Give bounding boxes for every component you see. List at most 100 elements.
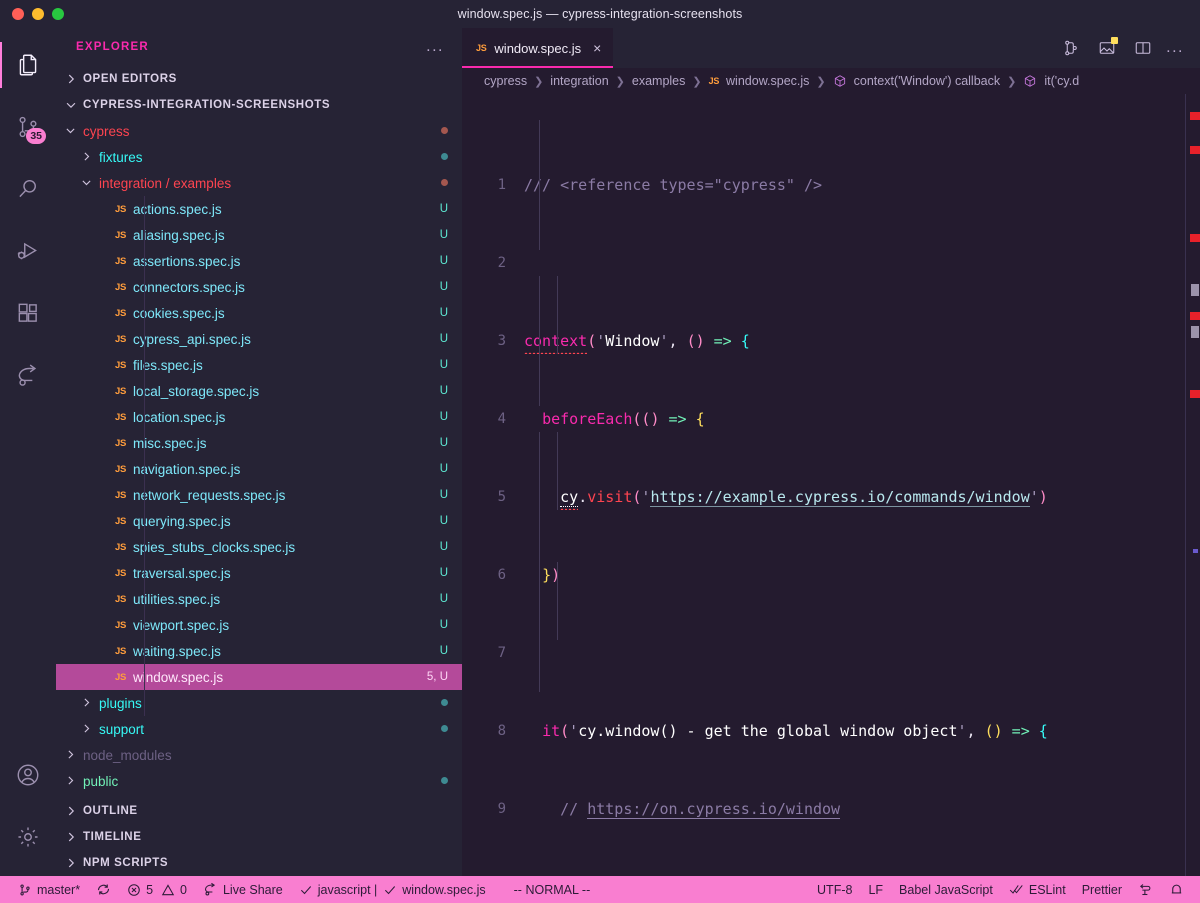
activity-explorer[interactable]	[0, 34, 56, 96]
section-timeline[interactable]: TIMELINE	[56, 824, 462, 850]
tree-file-row[interactable]: JS misc.spec.js U	[56, 430, 462, 456]
chevron-right-icon[interactable]	[64, 774, 78, 788]
line-number: 4	[497, 411, 506, 427]
section-npm-scripts[interactable]: NPM SCRIPTS	[56, 850, 462, 876]
status-eslint-file[interactable]: window.spec.js	[375, 876, 493, 903]
line-number: 1	[497, 177, 506, 193]
overview-ruler[interactable]	[1186, 94, 1200, 876]
tree-file-row[interactable]: JS spies_stubs_clocks.spec.js U	[56, 534, 462, 560]
breadcrumb-item-cypress[interactable]: cypress	[484, 74, 527, 88]
tree-file-row[interactable]: JS navigation.spec.js U	[56, 456, 462, 482]
error-marker[interactable]	[1190, 112, 1200, 120]
error-marker[interactable]	[1190, 390, 1200, 398]
check-icon	[299, 883, 313, 897]
tree-folder-row[interactable]: public	[56, 768, 462, 794]
tree-file-row[interactable]: JS network_requests.spec.js U	[56, 482, 462, 508]
tree-item-label: local_storage.spec.js	[133, 383, 260, 399]
activity-accounts[interactable]	[0, 744, 56, 806]
tab-window-spec-js[interactable]: JS window.spec.js ×	[462, 28, 614, 68]
chevron-right-icon[interactable]	[80, 150, 94, 164]
tree-folder-row[interactable]: integration / examples	[56, 170, 462, 196]
code-line: 5 cy.visit('https://example.cypress.io/c…	[462, 484, 1200, 510]
status-prettier[interactable]: Prettier	[1074, 876, 1130, 903]
code-editor[interactable]: 1 /// <reference types="cypress" /> 2 3 …	[462, 94, 1200, 876]
tree-item-label: cypress_api.spec.js	[133, 331, 251, 347]
tree-file-row[interactable]: JS location.spec.js U	[56, 404, 462, 430]
tree-folder-row[interactable]: cypress	[56, 118, 462, 144]
split-terminal-icon[interactable]	[1062, 39, 1080, 57]
breadcrumb-item-integration[interactable]: integration	[550, 74, 608, 88]
status-encoding[interactable]: UTF-8	[809, 876, 860, 903]
preview-warning-icon[interactable]	[1098, 37, 1119, 57]
error-marker[interactable]	[1190, 146, 1200, 154]
chevron-right-icon[interactable]	[80, 722, 94, 736]
editor-group: JS window.spec.js × ... cypress ❯ integr…	[462, 28, 1200, 876]
tree-file-row[interactable]: JS files.spec.js U	[56, 352, 462, 378]
chevron-down-icon	[64, 98, 78, 112]
activity-source-control[interactable]: 35	[0, 96, 56, 158]
tree-folder-row[interactable]: plugins	[56, 690, 462, 716]
activity-live-share[interactable]	[0, 344, 56, 406]
section-outline[interactable]: OUTLINE	[56, 798, 462, 824]
tree-file-row[interactable]: JS connectors.spec.js U	[56, 274, 462, 300]
breadcrumb-item-examples[interactable]: examples	[632, 74, 686, 88]
activity-run-debug[interactable]	[0, 220, 56, 282]
git-status-badge: U	[439, 515, 448, 527]
activity-extensions[interactable]	[0, 282, 56, 344]
line-number: 8	[497, 723, 506, 739]
tree-file-row[interactable]: JS cypress_api.spec.js U	[56, 326, 462, 352]
js-file-icon: JS	[115, 385, 127, 397]
section-label: NPM SCRIPTS	[83, 857, 169, 869]
status-eslint-language[interactable]: javascript |	[291, 876, 386, 903]
status-eol[interactable]: LF	[860, 876, 891, 903]
breadcrumb-item-it[interactable]: it('cy.d	[1044, 74, 1079, 88]
tree-file-row[interactable]: JS aliasing.spec.js U	[56, 222, 462, 248]
tree-folder-row[interactable]: support	[56, 716, 462, 742]
eslint-file-label: window.spec.js	[402, 882, 486, 897]
section-open-editors[interactable]: OPEN EDITORS	[56, 66, 462, 92]
status-notifications[interactable]	[1161, 876, 1192, 903]
chevron-right-icon[interactable]	[80, 696, 94, 710]
tree-file-row[interactable]: JS traversal.spec.js U	[56, 560, 462, 586]
git-status-badge: U	[439, 359, 448, 371]
error-marker[interactable]	[1190, 312, 1200, 320]
tree-file-row[interactable]: JS assertions.spec.js U	[56, 248, 462, 274]
more-actions-icon[interactable]: ...	[1166, 40, 1184, 56]
status-problems[interactable]: 5 0	[119, 876, 195, 903]
symbol-event-icon	[1023, 74, 1037, 88]
status-sync[interactable]	[88, 876, 119, 903]
tree-folder-row[interactable]: node_modules	[56, 742, 462, 768]
chevron-down-icon[interactable]	[64, 124, 78, 138]
error-marker[interactable]	[1190, 234, 1200, 242]
selection-marker[interactable]	[1191, 326, 1199, 338]
status-live-share[interactable]: Live Share	[195, 876, 291, 903]
tree-file-row[interactable]: JS querying.spec.js U	[56, 508, 462, 534]
tree-file-row[interactable]: JS utilities.spec.js U	[56, 586, 462, 612]
tree-file-row[interactable]: JS actions.spec.js U	[56, 196, 462, 222]
code-line: 3 context('Window', () => {	[462, 328, 1200, 354]
chevron-right-icon[interactable]	[64, 748, 78, 762]
status-eslint[interactable]: ESLint	[1001, 876, 1074, 903]
tree-item-label: assertions.spec.js	[133, 253, 241, 269]
explorer-more-actions-icon[interactable]: ...	[426, 39, 444, 55]
chevron-down-icon[interactable]	[80, 176, 94, 190]
status-branch[interactable]: master*	[10, 876, 88, 903]
breadcrumb-item-file[interactable]: window.spec.js	[726, 74, 809, 88]
git-status-badge: U	[439, 333, 448, 345]
breadcrumb-item-context[interactable]: context('Window') callback	[854, 74, 1001, 88]
line-content: it('cy.window() - get the global window …	[542, 722, 1048, 740]
activity-search[interactable]	[0, 158, 56, 220]
status-language-mode[interactable]: Babel JavaScript	[891, 876, 1001, 903]
tree-file-row[interactable]: JS local_storage.spec.js U	[56, 378, 462, 404]
close-icon[interactable]: ×	[593, 41, 601, 55]
activity-manage[interactable]	[0, 806, 56, 868]
tree-file-row[interactable]: JS viewport.spec.js U	[56, 612, 462, 638]
status-remote[interactable]	[1130, 876, 1161, 903]
selection-marker[interactable]	[1191, 284, 1199, 296]
tree-file-row[interactable]: JS cookies.spec.js U	[56, 300, 462, 326]
tree-file-row[interactable]: JS window.spec.js 5, U	[56, 664, 462, 690]
tree-file-row[interactable]: JS waiting.spec.js U	[56, 638, 462, 664]
section-workspace-root[interactable]: CYPRESS-INTEGRATION-SCREENSHOTS	[56, 92, 462, 118]
tree-folder-row[interactable]: fixtures	[56, 144, 462, 170]
split-editor-icon[interactable]	[1134, 39, 1152, 57]
